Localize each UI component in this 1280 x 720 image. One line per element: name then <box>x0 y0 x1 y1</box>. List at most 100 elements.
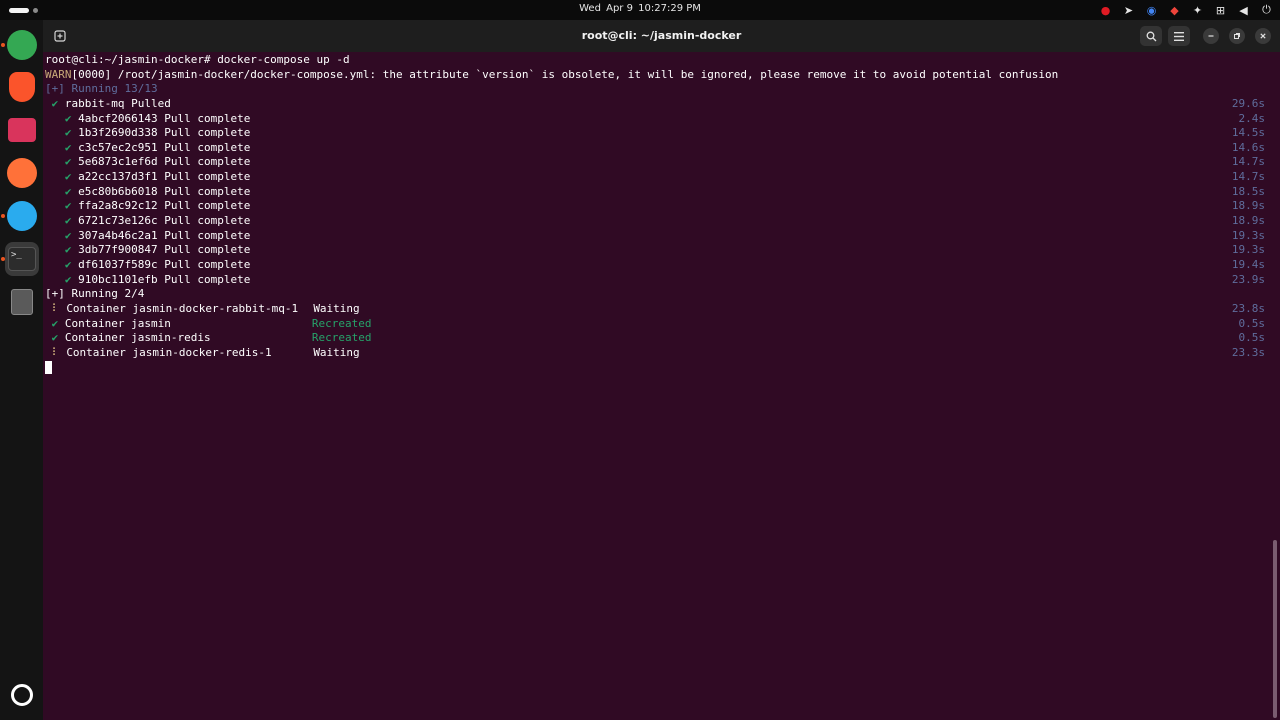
volume-icon[interactable]: ◀ <box>1236 3 1251 17</box>
terminal-icon: >_ <box>8 247 36 271</box>
layer-status: Pull complete <box>164 184 251 198</box>
check-icon: ✔ <box>51 331 59 345</box>
container-list: ⠇ Container jasmin-docker-rabbit-mq-1 Wai… <box>45 302 1265 361</box>
menu-button[interactable] <box>1168 26 1190 46</box>
warn-text: [0000] /root/jasmin-docker/docker-compos… <box>71 67 1059 81</box>
layer-id: 4abcf2066143 <box>78 111 158 125</box>
maximize-button[interactable] <box>1229 28 1245 44</box>
layer-status: Pull complete <box>164 257 251 271</box>
close-button[interactable] <box>1255 28 1271 44</box>
layer-id: 5e6873c1ef6d <box>78 155 158 169</box>
layer-time: 14.7s <box>1231 170 1265 184</box>
layer-status: Pull complete <box>164 140 251 154</box>
check-icon: ✔ <box>64 214 72 228</box>
container-status: Waiting <box>313 301 360 315</box>
spinner-icon: ⠇ <box>51 345 60 359</box>
layer-id: e5c80b6b6018 <box>78 184 158 198</box>
layer-status: Pull complete <box>164 243 251 257</box>
layer-list: ✔ 4abcf2066143 Pull complete 2.4s ✔ 1b3f2… <box>45 112 1265 288</box>
layer-status: Pull complete <box>164 199 251 213</box>
check-icon: ✔ <box>64 140 72 154</box>
brave-icon <box>9 72 35 102</box>
dock-chrome[interactable] <box>5 28 39 62</box>
screen-record-icon[interactable]: ● <box>1098 3 1113 17</box>
layer-status: Pull complete <box>164 155 251 169</box>
running-indicator <box>1 43 5 47</box>
anydesk-tray-icon[interactable]: ◆ <box>1167 3 1182 17</box>
clock[interactable]: Wed Apr 9 10:27:29 PM <box>0 3 1280 14</box>
layer-time: 18.5s <box>1231 184 1265 198</box>
layer-time: 19.3s <box>1231 228 1265 242</box>
terminal-output[interactable]: root@cli:~/jasmin-docker# docker-compose… <box>45 53 1265 375</box>
layer-time: 18.9s <box>1231 199 1265 213</box>
container-time: 23.8s <box>1231 301 1265 315</box>
hamburger-menu-icon <box>1174 31 1184 41</box>
layer-id: 307a4b46c2a1 <box>78 228 158 242</box>
dock-show-apps[interactable] <box>5 678 39 712</box>
layer-line: ✔ 3db77f900847 Pull complete 19.3s <box>45 243 1265 258</box>
container-time: 0.5s <box>1238 331 1266 345</box>
chrome-icon <box>7 30 37 60</box>
layer-time: 14.5s <box>1231 126 1265 140</box>
check-icon: ✔ <box>64 199 72 213</box>
layer-line: ✔ c3c57ec2c951 Pull complete 14.6s <box>45 141 1265 156</box>
check-icon: ✔ <box>64 111 72 125</box>
dock-firefox[interactable] <box>5 156 39 190</box>
layer-id: 6721c73e126c <box>78 214 158 228</box>
layer-id: ffa2a8c92c12 <box>78 199 158 213</box>
dock-terminal[interactable]: >_ <box>5 242 39 276</box>
dock-files[interactable] <box>5 113 39 147</box>
layer-time: 19.3s <box>1231 243 1265 257</box>
dock: >_ <box>0 20 43 720</box>
layer-status: Pull complete <box>164 228 251 242</box>
chrome-tray-icon[interactable]: ◉ <box>1144 3 1159 17</box>
layer-id: a22cc137d3f1 <box>78 170 158 184</box>
top-bar: Wed Apr 9 10:27:29 PM ● ➤ ◉ ◆ ✦ ⊞ ◀ ⏻ <box>0 0 1280 20</box>
scrollbar[interactable] <box>1273 540 1277 718</box>
spinner-icon: ⠇ <box>51 301 60 315</box>
layer-time: 18.9s <box>1231 214 1265 228</box>
accessibility-icon[interactable]: ✦ <box>1190 3 1205 17</box>
layer-status: Pull complete <box>164 111 251 125</box>
layer-time: 2.4s <box>1238 111 1266 125</box>
minimize-icon <box>1208 35 1214 37</box>
layer-line: ✔ 1b3f2690d338 Pull complete 14.5s <box>45 126 1265 141</box>
layer-time: 14.7s <box>1231 155 1265 169</box>
container-name: Container jasmin-redis <box>64 331 211 345</box>
running-indicator <box>1 214 5 218</box>
container-time: 23.3s <box>1231 345 1265 359</box>
dock-trash[interactable] <box>5 285 39 319</box>
telegram-tray-icon[interactable]: ➤ <box>1121 3 1136 17</box>
layer-line: ✔ 5e6873c1ef6d Pull complete 14.7s <box>45 155 1265 170</box>
search-button[interactable] <box>1140 26 1162 46</box>
power-icon[interactable]: ⏻ <box>1259 3 1274 17</box>
system-tray: ● ➤ ◉ ◆ ✦ ⊞ ◀ ⏻ <box>1090 3 1274 17</box>
dock-telegram[interactable] <box>5 199 39 233</box>
layer-time: 23.9s <box>1231 272 1265 286</box>
layer-time: 19.4s <box>1231 257 1265 271</box>
network-icon[interactable]: ⊞ <box>1213 3 1228 17</box>
trash-icon <box>11 289 33 315</box>
layer-line: ✔ ffa2a8c92c12 Pull complete 18.9s <box>45 199 1265 214</box>
minimize-button[interactable] <box>1203 28 1219 44</box>
layer-line: ✔ 4abcf2066143 Pull complete 2.4s <box>45 112 1265 127</box>
layer-status: Pull complete <box>164 272 251 286</box>
title-bar[interactable]: root@cli: ~/jasmin-docker <box>43 20 1280 52</box>
check-icon: ✔ <box>64 257 72 271</box>
shell-prompt: root@cli:~/jasmin-docker# <box>45 53 218 66</box>
search-icon <box>1146 31 1156 41</box>
warn-tag: WARN <box>45 67 72 81</box>
dock-brave[interactable] <box>5 70 39 104</box>
restore-icon <box>1234 33 1240 39</box>
container-name: Container jasmin <box>64 316 171 330</box>
command-line: root@cli:~/jasmin-docker# docker-compose… <box>45 53 1265 68</box>
container-name: Container jasmin-docker-rabbit-mq-1 <box>66 301 299 315</box>
check-icon: ✔ <box>64 243 72 257</box>
running-summary-pull: [+] Running 13/13 <box>45 82 158 96</box>
check-icon: ✔ <box>64 228 72 242</box>
layer-id: 910bc1101efb <box>78 272 158 286</box>
check-icon: ✔ <box>64 184 72 198</box>
clock-date: Apr 9 <box>606 3 633 14</box>
clock-day: Wed <box>579 3 601 14</box>
cursor-line <box>45 360 1265 375</box>
